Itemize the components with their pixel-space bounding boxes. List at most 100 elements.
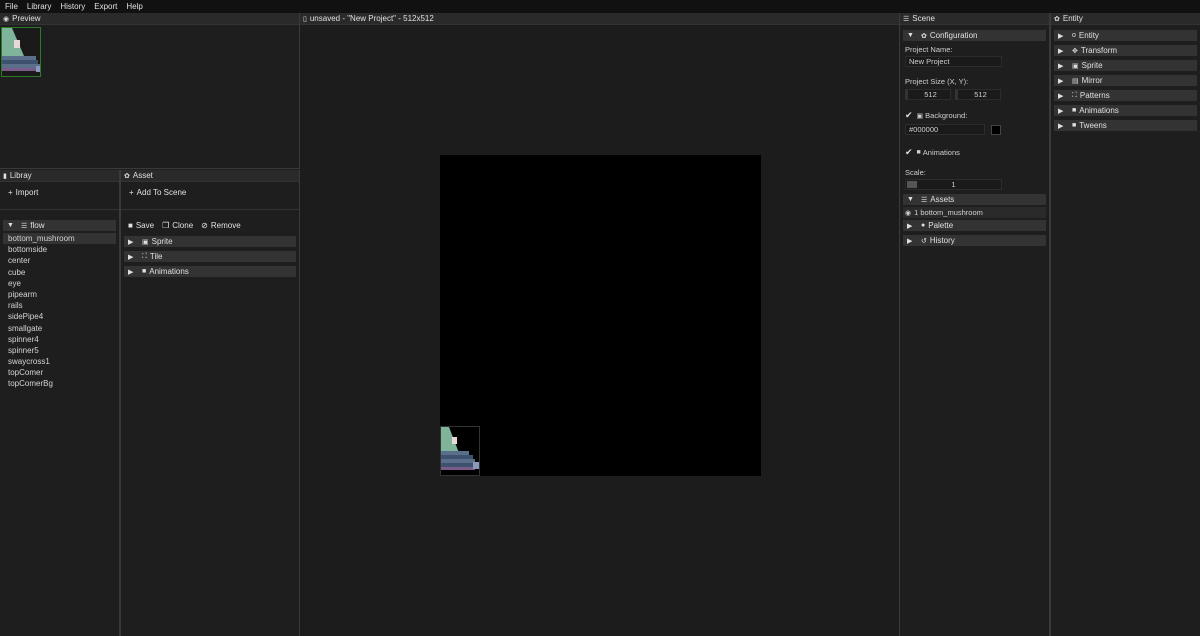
- image-icon: ▣: [1072, 62, 1079, 70]
- caret-right-icon: ▶: [1058, 92, 1064, 100]
- list-icon: ☰: [921, 196, 928, 204]
- save-button[interactable]: ■ Save: [124, 220, 159, 231]
- floppy-icon: ■: [128, 221, 133, 230]
- gear-icon: ✿: [1054, 15, 1060, 23]
- move-icon: ✥: [1072, 47, 1078, 55]
- size-y-input[interactable]: 512: [955, 89, 1001, 100]
- image-icon: ▣: [916, 112, 924, 120]
- canvas-header: ▯ unsaved - "New Project" - 512x512: [300, 13, 899, 25]
- asset-section-sprite[interactable]: ▶ ▣ Sprite: [124, 236, 296, 247]
- canvas-title: unsaved - "New Project" - 512x512: [309, 14, 434, 23]
- list-item[interactable]: sidePipe4: [3, 311, 116, 322]
- list-item[interactable]: pipearm: [3, 289, 116, 300]
- image-icon: ▣: [142, 238, 149, 246]
- remove-button[interactable]: ⊘ Remove: [197, 220, 245, 231]
- file-icon: ▯: [303, 15, 307, 23]
- mirror-icon: ▤: [1072, 77, 1079, 85]
- menu-library[interactable]: Library: [27, 2, 51, 11]
- asset-section-tile[interactable]: ▶ ⛶ Tile: [124, 251, 296, 262]
- background-checkbox[interactable]: ✔: [905, 110, 913, 121]
- folder-flow[interactable]: ▼ ☰ flow: [3, 220, 116, 231]
- clone-button[interactable]: ❐ Clone: [158, 220, 198, 231]
- list-item[interactable]: spinner5: [3, 345, 116, 356]
- palette-icon: ●: [921, 222, 926, 229]
- scene-title: Scene: [912, 14, 935, 23]
- entity-section-transform[interactable]: ▶ ✥ Transform: [1054, 45, 1197, 56]
- gear-icon: ✿: [921, 32, 927, 40]
- preview-thumbnail[interactable]: [1, 27, 41, 77]
- project-name-label: Project Name:: [905, 45, 953, 54]
- list-item[interactable]: topComerBg: [3, 378, 116, 389]
- caret-down-icon: ▼: [907, 196, 914, 203]
- circle-icon: o: [1072, 32, 1076, 39]
- list-item[interactable]: center: [3, 255, 116, 266]
- add-to-scene-button[interactable]: + Add To Scene: [125, 187, 191, 198]
- list-item[interactable]: rails: [3, 300, 116, 311]
- entity-section-animations[interactable]: ▶ ■ Animations: [1054, 105, 1197, 116]
- caret-right-icon: ▶: [1058, 77, 1064, 85]
- entity-section-patterns[interactable]: ▶ ⛶ Patterns: [1054, 90, 1197, 101]
- caret-right-icon: ▶: [128, 238, 134, 246]
- caret-right-icon: ▶: [128, 253, 134, 261]
- asset-section-animations[interactable]: ▶ ■ Animations: [124, 266, 296, 277]
- background-color-swatch[interactable]: [991, 124, 1001, 135]
- preview-title: Preview: [12, 14, 41, 23]
- caret-right-icon: ▶: [1058, 47, 1064, 55]
- scale-slider-handle[interactable]: [907, 181, 917, 188]
- list-item[interactable]: bottom_mushroom: [3, 233, 116, 245]
- menu-export[interactable]: Export: [94, 2, 117, 11]
- background-color-input[interactable]: #000000: [905, 124, 985, 135]
- caret-right-icon: ▶: [128, 268, 134, 276]
- assets-section[interactable]: ▼ ☰ Assets: [903, 194, 1046, 205]
- list-item[interactable]: bottomside: [3, 244, 116, 255]
- list-item[interactable]: swaycross1: [3, 356, 116, 367]
- database-icon: ☰: [21, 222, 28, 230]
- project-size-label: Project Size (X, Y):: [905, 77, 969, 86]
- video-icon: ■: [142, 268, 147, 275]
- project-name-input[interactable]: New Project: [905, 56, 1002, 67]
- scene-canvas[interactable]: [440, 155, 761, 476]
- eye-icon[interactable]: ◉: [905, 209, 911, 217]
- entity-header: ✿ Entity: [1051, 13, 1200, 25]
- library-header: ▮ Libray: [0, 170, 119, 182]
- library-title: Libray: [9, 171, 32, 180]
- entity-section-tweens[interactable]: ▶ ■ Tweens: [1054, 120, 1197, 131]
- asset-header: ✿ Asset: [121, 170, 299, 182]
- import-button[interactable]: + Import: [4, 187, 43, 198]
- entity-section-mirror[interactable]: ▶ ▤ Mirror: [1054, 75, 1197, 86]
- asset-panel: ✿ Asset + Add To Scene ■ Save ❐ Clone ⊘ …: [120, 170, 300, 636]
- list-item[interactable]: topComer: [3, 367, 116, 378]
- asset-title: Asset: [132, 171, 153, 180]
- entity-section-sprite[interactable]: ▶ ▣ Sprite: [1054, 60, 1197, 71]
- history-section[interactable]: ▶ ↺ History: [903, 235, 1046, 246]
- entity-title: Entity: [1062, 14, 1083, 23]
- size-x-input[interactable]: 512: [905, 89, 951, 100]
- video-icon: ■: [916, 149, 921, 156]
- book-icon: ▮: [3, 172, 7, 180]
- scene-asset-entry[interactable]: 1 bottom_mushroom: [914, 208, 983, 217]
- caret-right-icon: ▶: [907, 222, 913, 230]
- mushroom-sprite-icon: [441, 427, 479, 470]
- configuration-section[interactable]: ▼ ✿ Configuration: [903, 30, 1046, 41]
- video-icon: ■: [1072, 107, 1077, 114]
- menu-help[interactable]: Help: [126, 2, 142, 11]
- list-item[interactable]: smallgate: [3, 323, 116, 334]
- list-icon: ☰: [903, 15, 910, 23]
- caret-right-icon: ▶: [1058, 32, 1064, 40]
- entity-panel: ✿ Entity ▶ o Entity ▶ ✥ Transform ▶ ▣ Sp…: [1050, 13, 1200, 636]
- entity-section-entity[interactable]: ▶ o Entity: [1054, 30, 1197, 41]
- expand-icon: ⛶: [142, 252, 147, 260]
- menu-file[interactable]: File: [5, 2, 18, 11]
- list-item[interactable]: spinner4: [3, 334, 116, 345]
- placed-sprite[interactable]: [440, 426, 480, 476]
- palette-section[interactable]: ▶ ● Palette: [903, 220, 1046, 231]
- caret-right-icon: ▶: [1058, 107, 1064, 115]
- gear-icon: ✿: [124, 172, 130, 180]
- menu-history[interactable]: History: [60, 2, 85, 11]
- animations-checkbox[interactable]: ✔: [905, 147, 913, 158]
- list-item[interactable]: cube: [3, 267, 116, 278]
- expand-icon: ⛶: [1072, 91, 1077, 99]
- caret-down-icon: ▼: [907, 32, 914, 39]
- list-item[interactable]: eye: [3, 278, 116, 289]
- scale-slider[interactable]: 1: [905, 179, 1002, 190]
